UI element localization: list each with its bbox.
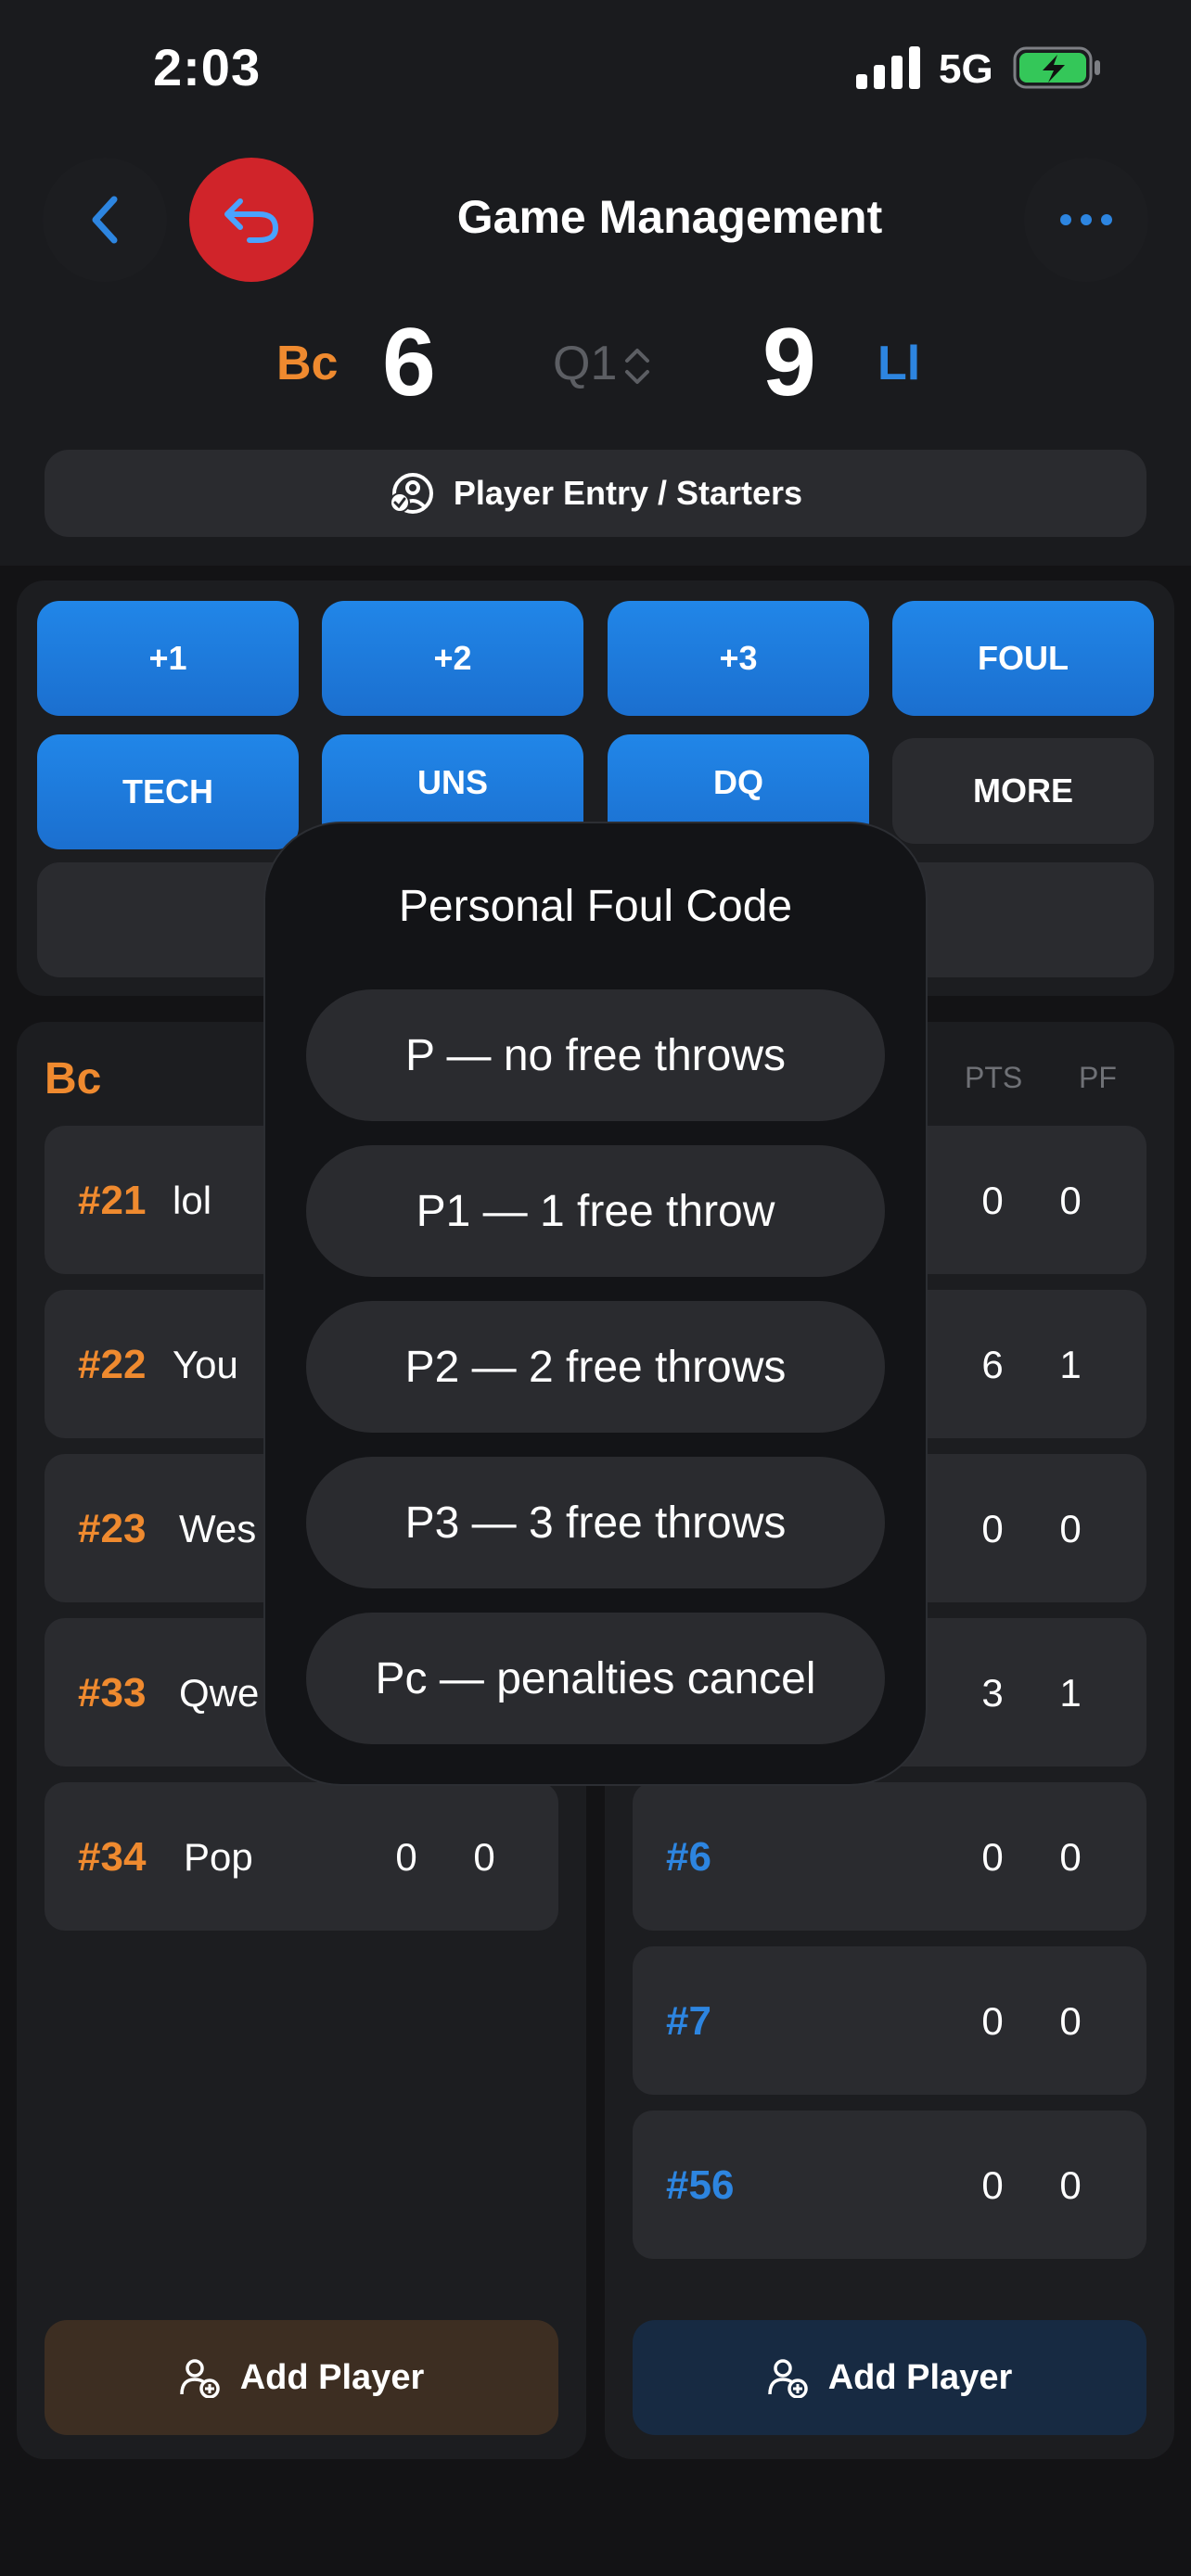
- away-player-row[interactable]: #6 0 0: [633, 1782, 1146, 1931]
- player-fouls: 1: [1059, 1671, 1082, 1715]
- foul-option-p2[interactable]: P2 — 2 free throws: [306, 1301, 885, 1433]
- player-points: 0: [981, 1999, 1004, 2043]
- fouls-column-header: PF: [1079, 1061, 1117, 1094]
- away-player-row[interactable]: #7 0 0: [633, 1946, 1146, 2095]
- player-number: #23: [78, 1506, 147, 1551]
- plus-two-button[interactable]: +2: [322, 601, 583, 716]
- points-column-header: PTS: [965, 1061, 1023, 1094]
- player-number: #21: [78, 1178, 147, 1223]
- player-fouls: 0: [473, 1835, 495, 1879]
- player-number: #56: [666, 2162, 735, 2208]
- foul-option-p[interactable]: P — no free throws: [306, 989, 885, 1121]
- battery-charging-icon: [1013, 46, 1100, 89]
- player-fouls: 0: [1059, 1999, 1082, 2043]
- foul-option-p3[interactable]: P3 — 3 free throws: [306, 1457, 885, 1588]
- player-name: You: [173, 1343, 238, 1386]
- player-points: 6: [981, 1343, 1004, 1386]
- away-score: 9: [762, 309, 816, 416]
- period-selector[interactable]: Q1: [553, 336, 617, 391]
- add-player-label: Add Player: [239, 2357, 425, 2397]
- foul-option-p1[interactable]: P1 — 1 free throw: [306, 1145, 885, 1277]
- player-fouls: 0: [1059, 1835, 1082, 1879]
- home-score: 6: [382, 309, 436, 416]
- player-points: 0: [981, 1835, 1004, 1879]
- home-team-abbr: Bc: [276, 337, 339, 390]
- ellipsis-icon: [1060, 214, 1112, 225]
- away-player-row[interactable]: #56 0 0: [633, 2111, 1146, 2259]
- player-name: lol: [173, 1179, 212, 1222]
- player-points: 0: [981, 2163, 1004, 2207]
- player-points: 0: [395, 1835, 417, 1879]
- player-points: 3: [981, 1671, 1004, 1715]
- foul-button[interactable]: FOUL: [892, 601, 1154, 716]
- player-name: Wes: [179, 1507, 257, 1550]
- away-add-player-button[interactable]: Add Player: [633, 2320, 1146, 2435]
- signal-icon: [856, 46, 920, 89]
- plus-three-button[interactable]: +3: [608, 601, 869, 716]
- chevron-up-down-icon[interactable]: [621, 345, 653, 388]
- home-roster-team: Bc: [45, 1054, 102, 1103]
- player-points: 0: [981, 1507, 1004, 1550]
- tech-button[interactable]: TECH: [37, 734, 299, 849]
- foul-option-pc[interactable]: Pc — penalties cancel: [306, 1613, 885, 1744]
- add-player-label: Add Player: [827, 2357, 1013, 2397]
- player-number: #22: [78, 1342, 147, 1387]
- player-name: Pop: [184, 1835, 253, 1879]
- player-fouls: 0: [1059, 2163, 1082, 2207]
- more-options-button[interactable]: [1024, 158, 1148, 282]
- player-number: #34: [78, 1834, 147, 1880]
- player-check-icon: [389, 473, 433, 514]
- player-entry-button[interactable]: Player Entry / Starters: [45, 450, 1146, 537]
- network-label: 5G: [939, 46, 993, 92]
- player-entry-label: Player Entry / Starters: [453, 474, 803, 512]
- player-fouls: 0: [1059, 1179, 1082, 1222]
- modal-title: Personal Foul Code: [398, 882, 793, 931]
- more-button[interactable]: MORE: [892, 738, 1154, 844]
- player-fouls: 0: [1059, 1507, 1082, 1550]
- page-title: Game Management: [456, 191, 883, 243]
- add-user-icon: [767, 2359, 808, 2398]
- player-points: 0: [981, 1179, 1004, 1222]
- player-number: #6: [666, 1834, 711, 1880]
- add-user-icon: [179, 2359, 220, 2398]
- status-time: 2:03: [153, 38, 262, 96]
- player-number: #7: [666, 1998, 711, 2044]
- away-team-abbr: Ll: [877, 337, 921, 390]
- player-name: Qwe: [179, 1671, 260, 1715]
- home-add-player-button[interactable]: Add Player: [45, 2320, 558, 2435]
- player-fouls: 1: [1059, 1343, 1082, 1386]
- plus-one-button[interactable]: +1: [37, 601, 299, 716]
- player-number: #33: [78, 1670, 147, 1715]
- home-player-row[interactable]: #34 Pop 0 0: [45, 1782, 558, 1931]
